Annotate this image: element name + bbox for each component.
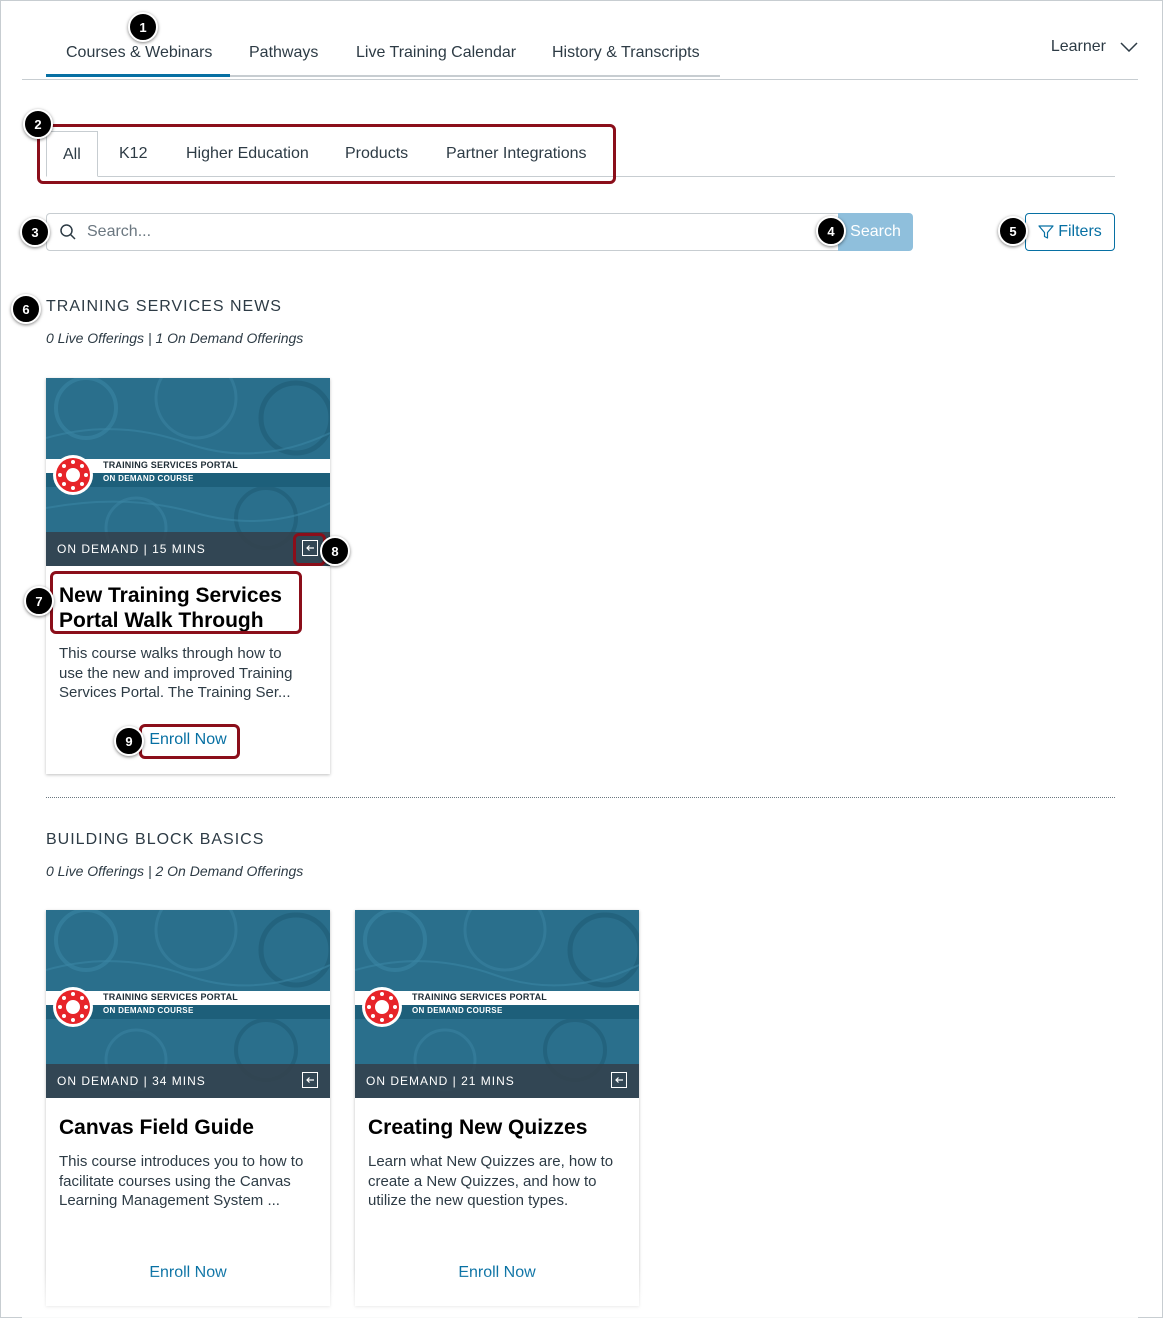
enroll-now-link[interactable]: Enroll Now [355,1264,639,1282]
section-divider [46,797,1115,798]
chevron-down-icon [1120,42,1138,52]
filters-button[interactable]: Filters [1025,213,1115,251]
course-title[interactable]: Creating New Quizzes [368,1115,587,1140]
course-meta-bar: ON DEMAND | 15 MINS [46,532,330,566]
role-label: Learner [1050,38,1106,55]
course-card: TRAINING SERVICES PORTAL ON DEMAND COURS… [46,910,330,1306]
active-tab-indicator [46,74,230,77]
description-line: Services Portal. The Training Ser... [59,684,291,701]
highlight-enroll-now [139,724,240,759]
course-card: TRAINING SERVICES PORTAL ON DEMAND COURS… [355,910,639,1306]
callout-marker: 2 [23,109,53,139]
filters-label: Filters [1058,223,1102,240]
search-field [46,213,839,251]
callout-marker: 1 [128,12,158,42]
course-description: This course walks through how to use the… [59,644,321,703]
callout-marker: 3 [20,217,50,247]
highlight-course-title [50,571,302,634]
banner-subtitle: ON DEMAND COURSE [412,1006,503,1015]
description-line: use the new and improved Training [59,664,293,682]
course-title[interactable]: Canvas Field Guide [59,1115,254,1140]
search-icon [60,224,76,240]
banner-title: TRAINING SERVICES PORTAL [103,992,238,1002]
description-line: Learn what New Quizzes are, how to [368,1153,614,1170]
banner-title: TRAINING SERVICES PORTAL [412,992,547,1002]
callout-marker: 8 [320,536,350,566]
description-line: facilitate courses using the Canvas [59,1172,291,1190]
description-line: create a New Quizzes, and how to [368,1172,597,1190]
course-meta-bar: ON DEMAND | 21 MINS [355,1064,639,1098]
tab-live-training-calendar[interactable]: Live Training Calendar [356,44,516,62]
course-image: TRAINING SERVICES PORTAL ON DEMAND COURS… [355,910,639,1098]
course-image: TRAINING SERVICES PORTAL ON DEMAND COURS… [46,910,330,1098]
tab-history-transcripts[interactable]: History & Transcripts [552,44,700,62]
section-title-building-block-basics: BUILDING BLOCK BASICS [46,831,265,848]
course-description: Learn what New Quizzes are, how to creat… [368,1152,630,1211]
banner-title: TRAINING SERVICES PORTAL [103,460,238,470]
course-image: TRAINING SERVICES PORTAL ON DEMAND COURS… [46,378,330,566]
highlight-category-tabs [37,124,616,184]
course-description: This course introduces you to how to fac… [59,1152,321,1211]
description-line: This course introduces you to how to [59,1153,304,1170]
filter-icon [1038,225,1054,239]
section-title-training-services-news: TRAINING SERVICES NEWS [46,298,282,315]
course-meta: ON DEMAND | 21 MINS [366,1074,515,1088]
course-meta: ON DEMAND | 34 MINS [57,1074,206,1088]
tab-pathways[interactable]: Pathways [249,44,318,62]
description-line: This course walks through how to [59,645,282,662]
course-meta-bar: ON DEMAND | 34 MINS [46,1064,330,1098]
enroll-now-link[interactable]: Enroll Now [46,1264,330,1282]
search-button[interactable]: Search [838,213,913,251]
banner-subtitle: ON DEMAND COURSE [103,474,194,483]
section-subtitle: 0 Live Offerings | 2 On Demand Offerings [46,863,304,879]
tab-courses-webinars[interactable]: Courses & Webinars [66,44,212,62]
tab-underline [230,75,720,77]
callout-marker: 9 [114,726,144,756]
canvas-logo-icon [53,987,93,1027]
enroll-arrow-icon[interactable] [302,1072,318,1088]
description-line: utilize the new question types. [368,1192,569,1209]
course-meta: ON DEMAND | 15 MINS [57,542,206,556]
banner-subtitle: ON DEMAND COURSE [103,1006,194,1015]
canvas-logo-icon [53,455,93,495]
callout-marker: 6 [11,294,41,324]
callout-marker: 4 [816,216,846,246]
enroll-arrow-icon[interactable] [611,1072,627,1088]
canvas-logo-icon [362,987,402,1027]
description-line: Learning Management System ... [59,1192,280,1209]
role-selector[interactable]: Learner [1051,38,1138,56]
top-navigation: Courses & Webinars Pathways Live Trainin… [22,0,1138,80]
callout-marker: 5 [998,216,1028,246]
section-subtitle: 0 Live Offerings | 1 On Demand Offerings [46,330,304,346]
search-input[interactable] [87,223,787,241]
callout-marker: 7 [24,586,54,616]
